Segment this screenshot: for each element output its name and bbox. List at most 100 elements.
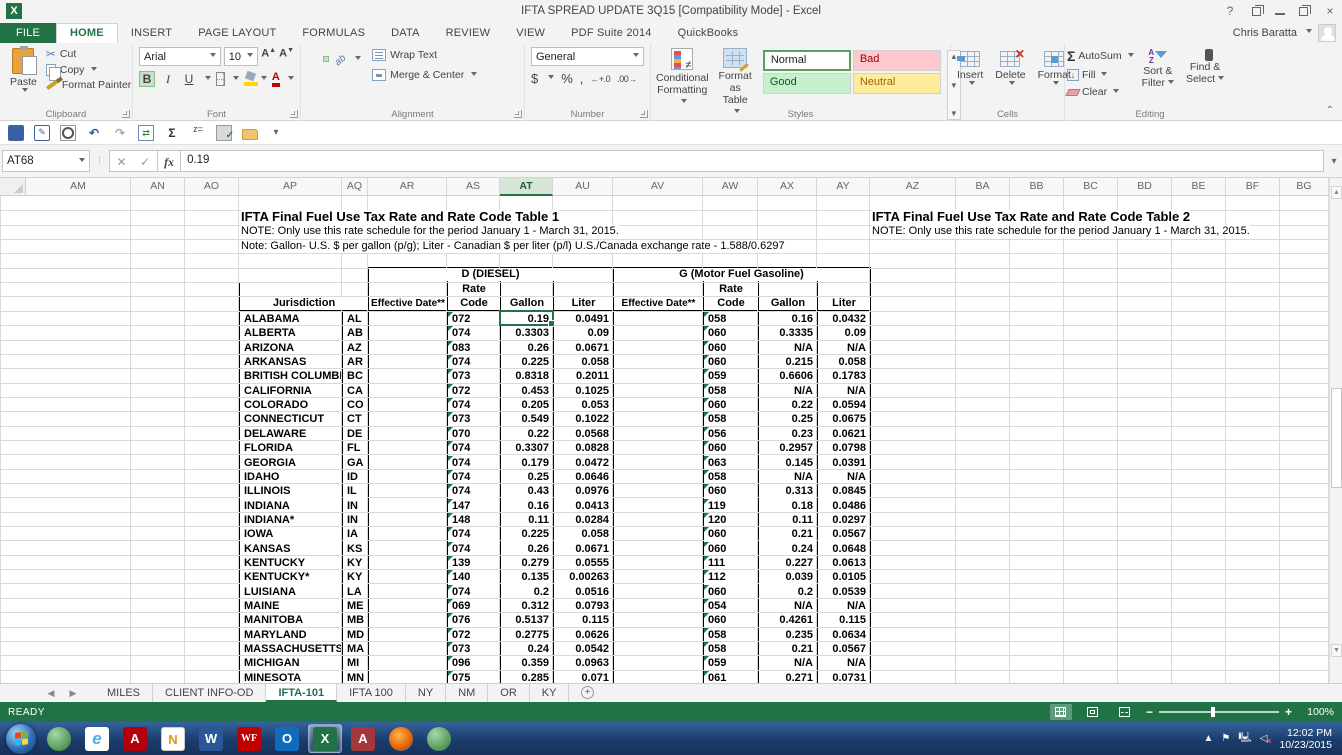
jurisdiction-cell[interactable]: CALIFORNIA — [240, 384, 341, 397]
abbr-cell[interactable]: MD — [343, 628, 367, 641]
underline-button[interactable]: U — [181, 72, 197, 86]
diesel-code-cell[interactable]: 069 — [448, 599, 499, 612]
abbr-cell[interactable]: AL — [343, 312, 367, 325]
diesel-code-cell[interactable]: 073 — [448, 412, 499, 425]
gas-code-cell[interactable]: 060 — [704, 527, 757, 540]
diesel-gallon-cell[interactable]: 0.549 — [501, 412, 552, 425]
abbr-cell[interactable]: CO — [343, 398, 367, 411]
diesel-liter-cell[interactable]: 0.0963 — [554, 656, 612, 669]
gas-code-cell[interactable]: 058 — [704, 470, 757, 483]
diesel-gallon-cell[interactable]: 0.43 — [501, 484, 552, 497]
gas-gallon-cell[interactable]: N/A — [759, 341, 816, 354]
gas-liter-cell[interactable]: 0.0845 — [818, 484, 869, 497]
gas-code-cell[interactable]: 060 — [704, 326, 757, 339]
style-bad[interactable]: Bad — [853, 50, 941, 71]
formula-input[interactable]: 0.19 — [181, 150, 1324, 172]
adobe-reader-icon[interactable]: A — [118, 724, 152, 753]
gas-liter-cell[interactable]: N/A — [818, 384, 869, 397]
diesel-code-cell[interactable]: 074 — [448, 398, 499, 411]
gas-gallon-cell[interactable]: 0.271 — [759, 671, 816, 683]
cut-button[interactable]: ✂Cut — [43, 46, 134, 62]
font-name-select[interactable]: Arial — [139, 47, 221, 66]
gas-liter-cell[interactable]: N/A — [818, 656, 869, 669]
alignment-dialog-launcher[interactable] — [514, 110, 522, 118]
diesel-gallon-cell[interactable]: 0.11 — [501, 513, 552, 526]
diesel-gallon-cell[interactable]: 0.225 — [501, 527, 552, 540]
diesel-liter-cell[interactable]: 0.0542 — [554, 642, 612, 655]
abbr-cell[interactable]: MB — [343, 613, 367, 626]
quickbooks-icon-2[interactable] — [422, 724, 456, 753]
select-all-corner[interactable] — [0, 178, 26, 196]
gas-code-cell[interactable]: 060 — [704, 585, 757, 598]
abbr-cell[interactable]: AZ — [343, 341, 367, 354]
jurisdiction-cell[interactable]: COLORADO — [240, 398, 341, 411]
abbr-cell[interactable]: AB — [343, 326, 367, 339]
abbr-cell[interactable]: AR — [343, 355, 367, 368]
column-header-AT[interactable]: AT — [500, 178, 553, 196]
paste-button[interactable]: Paste — [4, 46, 43, 97]
gas-liter-cell[interactable]: 0.0567 — [818, 527, 869, 540]
quickbooks-icon[interactable] — [42, 724, 76, 753]
diesel-liter-cell[interactable]: 0.0568 — [554, 427, 612, 440]
diesel-code-cell[interactable]: 072 — [448, 384, 499, 397]
diesel-liter-cell[interactable]: 0.0976 — [554, 484, 612, 497]
column-header-AU[interactable]: AU — [553, 178, 613, 196]
diesel-gallon-cell[interactable]: 0.16 — [501, 499, 552, 512]
tab-formulas[interactable]: FORMULAS — [289, 24, 378, 43]
gas-code-cell[interactable]: 058 — [704, 642, 757, 655]
gas-liter-cell[interactable]: 0.115 — [818, 613, 869, 626]
jurisdiction-cell[interactable]: KENTUCKY — [240, 556, 341, 569]
page-layout-view-button[interactable] — [1082, 704, 1104, 720]
diesel-code-cell[interactable]: 075 — [448, 671, 499, 683]
borders-icon[interactable] — [216, 72, 225, 86]
jurisdiction-cell[interactable]: INDIANA — [240, 499, 341, 512]
column-header-AW[interactable]: AW — [703, 178, 758, 196]
gas-gallon-cell[interactable]: 0.4261 — [759, 613, 816, 626]
tab-insert[interactable]: INSERT — [118, 24, 185, 43]
gas-liter-cell[interactable]: 0.0567 — [818, 642, 869, 655]
diesel-code-cell[interactable]: 072 — [448, 628, 499, 641]
gas-code-cell[interactable]: 058 — [704, 628, 757, 641]
diesel-code-cell[interactable]: 074 — [448, 456, 499, 469]
diesel-code-cell[interactable]: 096 — [448, 656, 499, 669]
autosum-button[interactable]: ΣAutoSum — [1065, 47, 1136, 65]
vertical-scroll-thumb[interactable] — [1331, 388, 1342, 488]
diesel-gallon-cell[interactable]: 0.8318 — [501, 369, 552, 382]
quick-print-icon[interactable] — [216, 125, 232, 141]
column-header-AO[interactable]: AO — [185, 178, 239, 196]
jurisdiction-cell[interactable]: BRITISH COLUMBIA — [240, 369, 341, 382]
gas-liter-cell[interactable]: 0.0613 — [818, 556, 869, 569]
font-color-icon[interactable]: A — [272, 72, 280, 87]
gas-liter-cell[interactable]: 0.0539 — [818, 585, 869, 598]
sheet-tab-ifta-101[interactable]: IFTA-101 — [266, 684, 337, 702]
jurisdiction-cell[interactable]: ARIZONA — [240, 341, 341, 354]
abbr-cell[interactable]: KS — [343, 542, 367, 555]
diesel-gallon-cell[interactable]: 0.359 — [501, 656, 552, 669]
abbr-cell[interactable]: ID — [343, 470, 367, 483]
abbr-cell[interactable]: MN — [343, 671, 367, 683]
gas-liter-cell[interactable]: 0.0594 — [818, 398, 869, 411]
diesel-code-cell[interactable]: 074 — [448, 484, 499, 497]
diesel-liter-cell[interactable]: 0.1022 — [554, 412, 612, 425]
gas-gallon-cell[interactable]: N/A — [759, 384, 816, 397]
gas-code-cell[interactable]: 119 — [704, 499, 757, 512]
gas-liter-cell[interactable]: 0.09 — [818, 326, 869, 339]
excel-icon[interactable]: X — [308, 724, 342, 753]
redo-icon[interactable]: ↷ — [112, 125, 128, 141]
jurisdiction-cell[interactable]: LUISIANA — [240, 585, 341, 598]
sort-icon[interactable]: z= — [190, 125, 206, 141]
orientation-icon[interactable]: ab — [332, 47, 349, 71]
sheet-tab-client-info-od[interactable]: CLIENT INFO-OD — [153, 684, 266, 702]
abbr-cell[interactable]: MI — [343, 656, 367, 669]
decrease-decimal-icon[interactable]: .00→ — [617, 74, 637, 84]
abbr-cell[interactable]: CA — [343, 384, 367, 397]
access-icon[interactable]: A — [346, 724, 380, 753]
gas-liter-cell[interactable]: 0.0798 — [818, 441, 869, 454]
diesel-code-cell[interactable]: 074 — [448, 441, 499, 454]
gas-code-cell[interactable]: 058 — [704, 412, 757, 425]
gas-gallon-cell[interactable]: 0.18 — [759, 499, 816, 512]
abbr-cell[interactable]: IN — [343, 513, 367, 526]
diesel-code-cell[interactable]: 074 — [448, 585, 499, 598]
jurisdiction-cell[interactable]: KANSAS — [240, 542, 341, 555]
ribbon-display-options-icon[interactable] — [1252, 7, 1261, 16]
